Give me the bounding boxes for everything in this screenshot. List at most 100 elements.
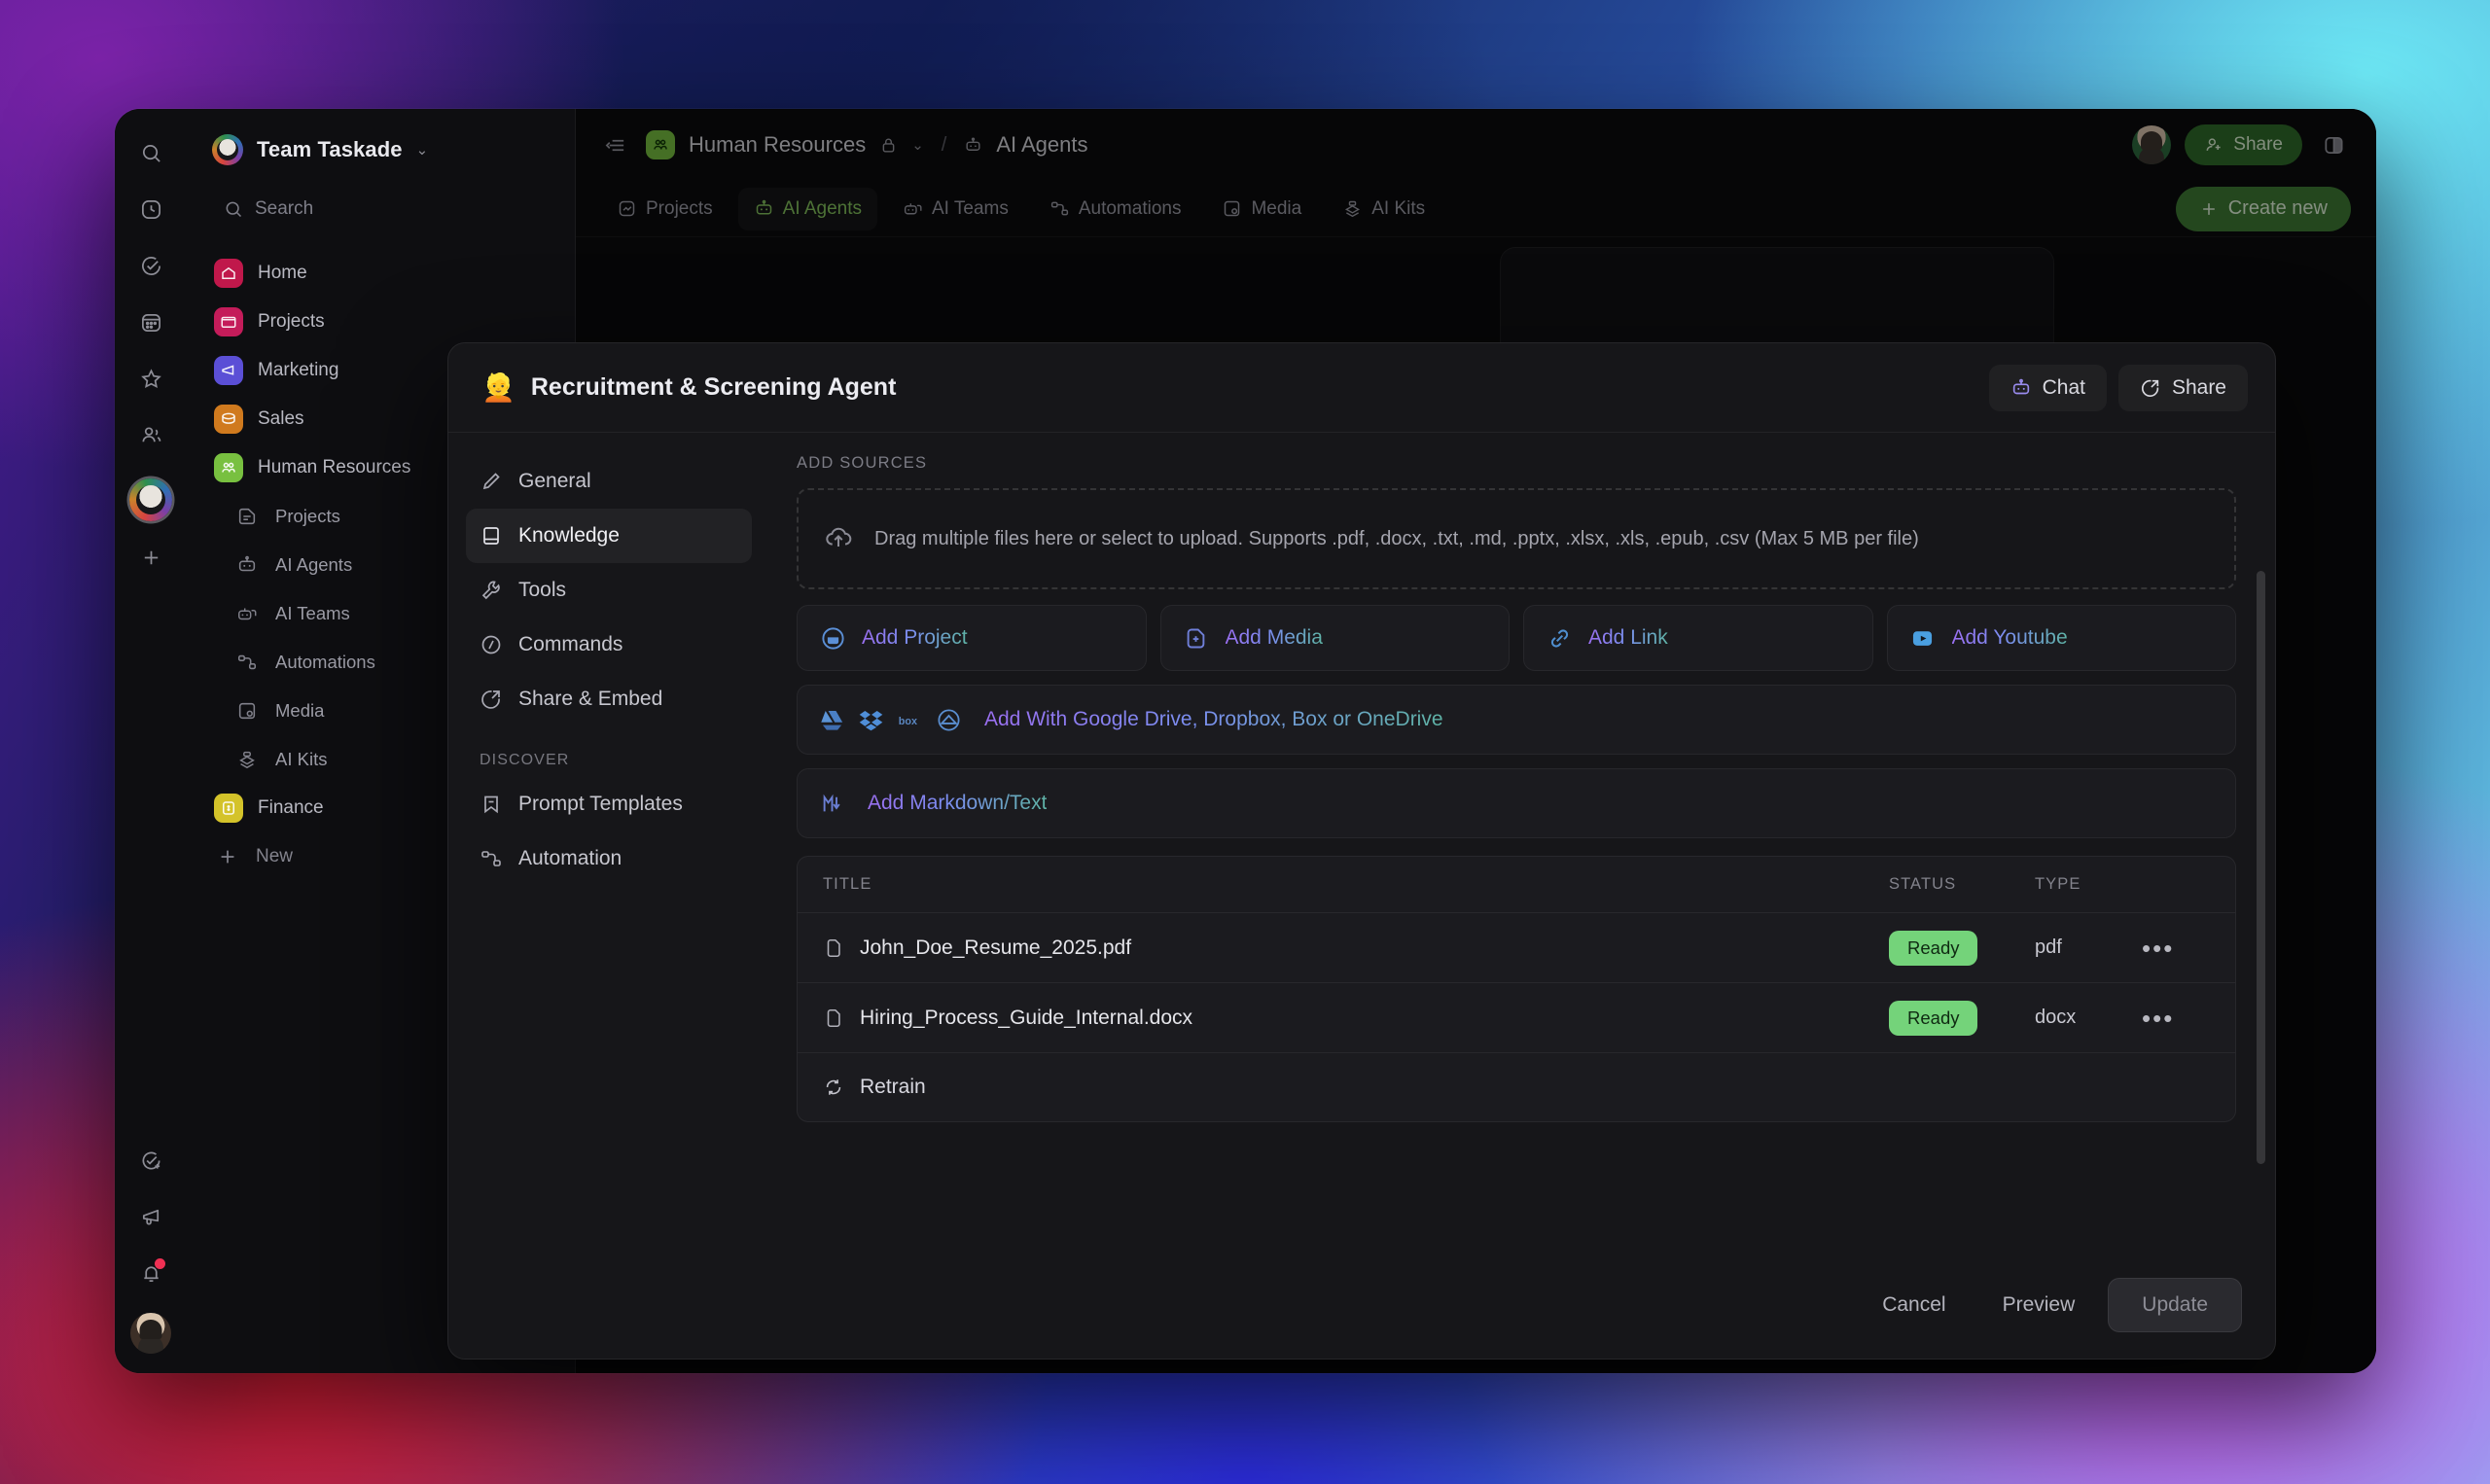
wrench-icon <box>480 579 503 602</box>
status-cell: Ready <box>1889 931 2035 966</box>
modal-nav-label: Knowledge <box>518 524 620 548</box>
modal-nav-general[interactable]: General <box>466 454 752 509</box>
pencil-icon <box>480 470 503 493</box>
modal-nav-commands[interactable]: Commands <box>466 618 752 672</box>
sidebar-item-label: Home <box>258 263 307 284</box>
modal-nav-share-embed[interactable]: Share & Embed <box>466 672 752 726</box>
cloud-provider-icons: box <box>819 707 962 733</box>
share-arrow-icon <box>480 688 503 711</box>
folder-icon <box>214 307 243 336</box>
slash-circle-icon <box>480 633 503 656</box>
robots-icon <box>233 600 261 627</box>
box-icon: box <box>897 707 923 733</box>
modal-title: Recruitment & Screening Agent <box>531 373 897 402</box>
notification-badge <box>155 1258 165 1269</box>
add-workspace-icon[interactable] <box>128 535 173 580</box>
notifications-icon[interactable] <box>128 1251 173 1295</box>
user-avatar-rail[interactable] <box>130 1313 171 1354</box>
knowledge-sources-table: TITLE STATUS TYPE John_Doe_Resume_2025.p… <box>797 856 2236 1122</box>
share-arrow-icon <box>2140 377 2161 399</box>
update-button[interactable]: Update <box>2108 1278 2242 1332</box>
announcement-icon[interactable] <box>128 1194 173 1239</box>
add-youtube-button[interactable]: Add Youtube <box>1887 605 2237 671</box>
icon-rail <box>115 109 187 1373</box>
cloud-storage-label: Add With Google Drive, Dropbox, Box or O… <box>984 708 1443 731</box>
markdown-label: Add Markdown/Text <box>868 792 1047 815</box>
app-window: Team Taskade ⌄ Search Home Projects Mark… <box>115 109 2376 1373</box>
source-button-label: Add Link <box>1588 626 1668 650</box>
tasks-icon[interactable] <box>128 243 173 288</box>
favorites-icon[interactable] <box>128 356 173 401</box>
calendar-icon[interactable] <box>128 300 173 344</box>
modal-share-button[interactable]: Share <box>2118 365 2248 411</box>
row-more-icon[interactable]: ••• <box>2142 936 2210 961</box>
chat-button[interactable]: Chat <box>1989 365 2107 411</box>
book-icon <box>480 524 503 548</box>
modal-nav-automation[interactable]: Automation <box>466 831 752 886</box>
status-badge: Ready <box>1889 931 1977 966</box>
row-more-icon[interactable]: ••• <box>2142 1006 2210 1031</box>
modal-header: 👱 Recruitment & Screening Agent Chat Sha… <box>448 343 2275 433</box>
table-row[interactable]: Hiring_Process_Guide_Internal.docx Ready… <box>798 983 2235 1053</box>
sidebar-item-projects[interactable]: Projects <box>204 298 561 346</box>
plus-icon <box>214 843 241 870</box>
sidebar-item-label: AI Agents <box>275 554 352 576</box>
project-icon <box>233 503 261 530</box>
add-cloud-storage-button[interactable]: box Add With Google Drive, Dropbox, Box … <box>797 685 2236 755</box>
search-icon <box>224 199 243 219</box>
preview-button[interactable]: Preview <box>1979 1279 2099 1331</box>
add-link-button[interactable]: Add Link <box>1523 605 1873 671</box>
modal-nav-label: Commands <box>518 633 622 656</box>
workspace-switcher[interactable]: Team Taskade ⌄ <box>187 109 575 181</box>
file-type: docx <box>2035 1007 2142 1029</box>
file-title-cell: John_Doe_Resume_2025.pdf <box>823 936 1889 960</box>
onedrive-icon <box>936 707 962 733</box>
modal-nav-prompt-templates[interactable]: Prompt Templates <box>466 777 752 831</box>
workspace-name: Team Taskade <box>257 137 403 162</box>
add-media-button[interactable]: Add Media <box>1160 605 1511 671</box>
cancel-button[interactable]: Cancel <box>1859 1279 1969 1331</box>
contacts-icon[interactable] <box>128 412 173 457</box>
file-name: Hiring_Process_Guide_Internal.docx <box>860 1007 1192 1030</box>
bookmark-icon <box>480 793 503 816</box>
knowledge-panel-scrollbar[interactable] <box>2257 571 2265 1164</box>
workspace-avatar-rail[interactable] <box>129 478 172 521</box>
agent-emoji-icon[interactable]: 👱 <box>481 374 516 402</box>
recent-icon[interactable] <box>128 187 173 231</box>
modal-footer: Cancel Preview Update <box>448 1252 2275 1359</box>
sidebar-item-label: Finance <box>258 797 324 819</box>
modal-nav-knowledge[interactable]: Knowledge <box>466 509 752 563</box>
sidebar-item-label: Media <box>275 700 324 722</box>
source-button-label: Add Media <box>1226 626 1323 650</box>
automation-icon <box>233 649 261 676</box>
search-icon[interactable] <box>128 130 173 175</box>
search-input[interactable]: Search <box>210 187 555 231</box>
robot-icon <box>2010 377 2032 399</box>
modal-nav: General Knowledge Tools Commands Share &… <box>448 433 769 1252</box>
modal-nav-tools[interactable]: Tools <box>466 563 752 618</box>
sidebar-item-label: Sales <box>258 408 304 430</box>
file-dropzone[interactable]: Drag multiple files here or select to up… <box>797 488 2236 589</box>
sidebar-item-label: AI Kits <box>275 749 327 770</box>
source-button-label: Add Project <box>862 626 968 650</box>
taskade-circle-icon <box>819 624 846 652</box>
status-badge: Ready <box>1889 1001 1977 1036</box>
sidebar-item-label: Human Resources <box>258 457 410 478</box>
table-row[interactable]: John_Doe_Resume_2025.pdf Ready pdf ••• <box>798 913 2235 983</box>
svg-text:box: box <box>899 716 917 727</box>
sidebar-item-home[interactable]: Home <box>204 249 561 298</box>
source-buttons-row: Add Project Add Media Add Link <box>797 605 2236 671</box>
add-markdown-button[interactable]: Add Markdown/Text <box>797 768 2236 838</box>
file-type: pdf <box>2035 936 2142 959</box>
add-task-icon[interactable] <box>128 1138 173 1183</box>
robot-icon <box>233 551 261 579</box>
modal-nav-label: Share & Embed <box>518 688 662 711</box>
retrain-label: Retrain <box>860 1076 926 1099</box>
retrain-button[interactable]: Retrain <box>798 1053 2235 1121</box>
add-project-button[interactable]: Add Project <box>797 605 1147 671</box>
google-drive-icon <box>819 707 845 733</box>
search-placeholder: Search <box>255 198 313 220</box>
home-icon <box>214 259 243 288</box>
file-title-cell: Hiring_Process_Guide_Internal.docx <box>823 1007 1889 1030</box>
agent-settings-modal: 👱 Recruitment & Screening Agent Chat Sha… <box>447 342 2276 1360</box>
